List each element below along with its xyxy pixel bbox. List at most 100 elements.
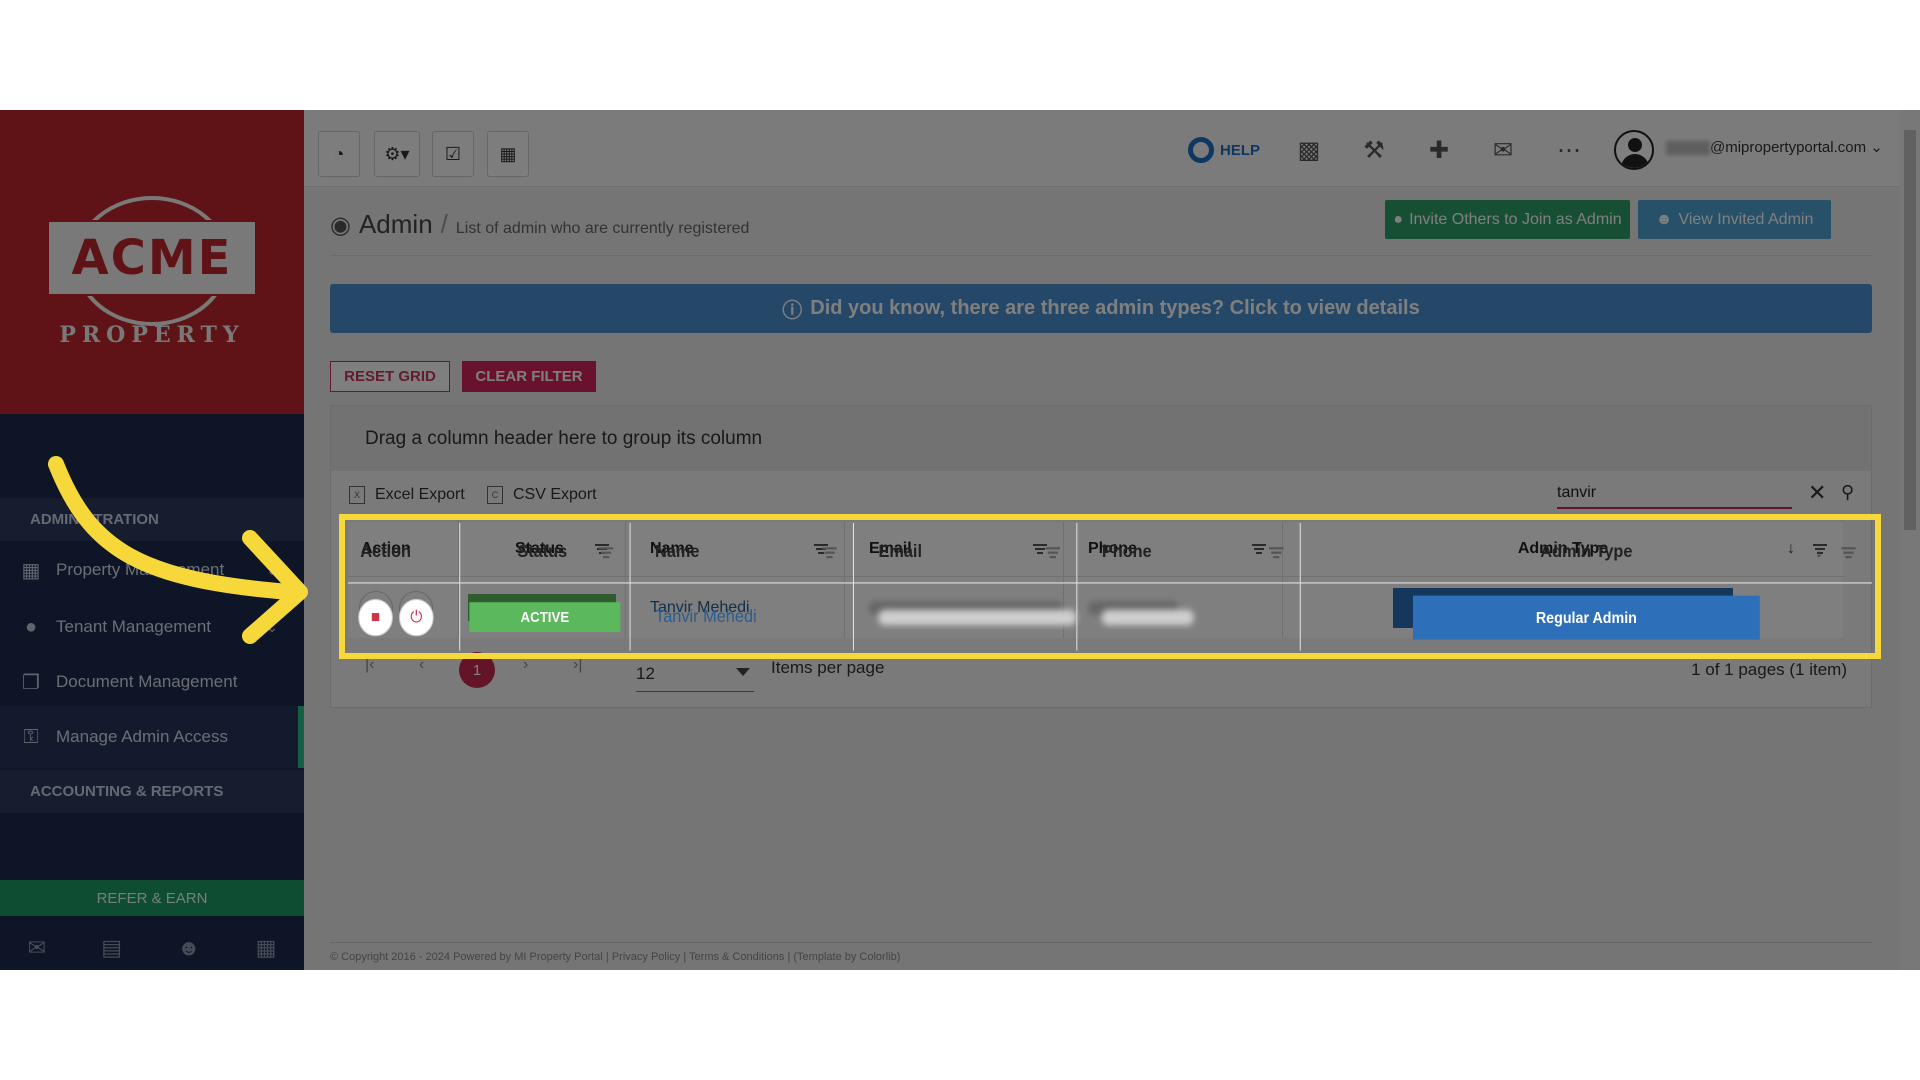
view-invited-admin-button[interactable]: ☻ View Invited Admin bbox=[1638, 200, 1831, 239]
last-page-icon[interactable]: ›| bbox=[573, 656, 582, 674]
wrench-icon[interactable]: ⚒ bbox=[1359, 130, 1389, 170]
filter-icon[interactable] bbox=[814, 544, 828, 554]
table-cell-admin-type: Regular Admin bbox=[1283, 577, 1843, 638]
column-header-status[interactable]: Status bbox=[459, 522, 626, 577]
admin-table: Action Status Name Email Phone bbox=[349, 522, 1843, 638]
filter-icon[interactable] bbox=[1252, 544, 1266, 554]
table-cell-name[interactable]: Tanvir Mehedi bbox=[626, 577, 845, 638]
scrollbar[interactable] bbox=[1900, 110, 1920, 970]
chart-icon[interactable]: ▩ bbox=[1294, 130, 1324, 170]
per-page-label: Items per page bbox=[771, 658, 884, 678]
dashboard-icon: ◔ bbox=[334, 144, 345, 165]
excel-icon: X bbox=[349, 486, 365, 504]
envelope-icon[interactable]: ✉ bbox=[28, 935, 46, 961]
plus-icon[interactable]: ✚ bbox=[1424, 130, 1454, 170]
column-header-phone[interactable]: Phone bbox=[1064, 522, 1283, 577]
delete-button[interactable]: ■ bbox=[359, 591, 393, 625]
csv-icon: C bbox=[487, 486, 503, 504]
section-accounting-reports: ACCOUNTING & REPORTS bbox=[0, 770, 304, 813]
info-banner[interactable]: ⓘ Did you know, there are three admin ty… bbox=[330, 284, 1872, 333]
admin-name[interactable]: Tanvir Mehedi bbox=[650, 599, 750, 617]
sidebar-item-manage-admin-access[interactable]: ⚿ Manage Admin Access bbox=[0, 706, 304, 768]
per-page-value: 12 bbox=[636, 664, 655, 683]
next-page-icon[interactable]: › bbox=[523, 656, 528, 674]
prev-page-icon[interactable]: ‹ bbox=[419, 656, 424, 674]
avatar-head bbox=[1628, 138, 1642, 152]
help-button[interactable]: HELP bbox=[1188, 130, 1260, 170]
calculator-button[interactable]: ▦ bbox=[487, 131, 529, 177]
app-viewport: ACME PROPERTY ADMINISTRATION ▦ Property … bbox=[0, 110, 1920, 970]
chevron-down-icon: ⌄ bbox=[266, 619, 278, 636]
csv-export-button[interactable]: C CSV Export bbox=[487, 486, 597, 504]
users-icon: ◉ bbox=[330, 211, 351, 240]
sidebar-item-document-management[interactable]: ❐ Document Management bbox=[0, 651, 304, 713]
caret-down-icon bbox=[736, 668, 750, 676]
topbar: ◔ ⚙▾ ☑ ▦ HELP ▩ ⚒ ✚ ✉ ⋯ @mipropertyporta… bbox=[304, 110, 1920, 187]
excel-export-button[interactable]: X Excel Export bbox=[349, 486, 465, 504]
page-button-current[interactable]: 1 bbox=[459, 652, 495, 688]
calendar-button[interactable]: ☑ bbox=[432, 131, 474, 177]
logo[interactable]: ACME PROPERTY bbox=[0, 110, 304, 414]
calculator-icon: ▦ bbox=[499, 144, 516, 165]
search-input[interactable] bbox=[1557, 479, 1792, 509]
footer-text: © Copyright 2016 - 2024 Powered by MI Pr… bbox=[330, 951, 900, 963]
close-icon[interactable]: ✕ bbox=[1808, 480, 1826, 506]
first-page-icon[interactable]: |‹ bbox=[365, 656, 374, 674]
refer-earn-button[interactable]: REFER & EARN bbox=[0, 880, 304, 916]
pager: |‹ ‹ 1 › ›| 12 Items per page 1 of 1 pag… bbox=[331, 646, 1871, 696]
column-header-admin-type[interactable]: Admin Type ↓ bbox=[1283, 522, 1843, 577]
redacted-email bbox=[869, 601, 1063, 615]
table-row-actions: ■ ⏻ bbox=[349, 577, 459, 638]
chevron-down-icon: ⌄ bbox=[1870, 139, 1883, 156]
filter-icon[interactable] bbox=[1813, 544, 1827, 554]
column-header-email[interactable]: Email bbox=[845, 522, 1064, 577]
column-header-label: Email bbox=[869, 540, 912, 558]
user-icon[interactable]: ☻ bbox=[177, 935, 200, 961]
sidebar-item-property-management[interactable]: ▦ Property Management ⌄ bbox=[0, 539, 304, 601]
user-menu[interactable]: @mipropertyportal.com ⌄ bbox=[1666, 138, 1883, 156]
user-icon: ☻ bbox=[1656, 211, 1673, 229]
filter-icon[interactable] bbox=[1033, 544, 1047, 554]
info-banner-text: Did you know, there are three admin type… bbox=[810, 297, 1419, 320]
table-cell-status: ACTIVE bbox=[459, 577, 626, 638]
avatar[interactable] bbox=[1614, 130, 1654, 170]
briefcase-icon[interactable]: ▤ bbox=[101, 935, 122, 961]
avatar-body bbox=[1621, 154, 1649, 170]
clear-filter-button[interactable]: CLEAR FILTER bbox=[462, 361, 596, 392]
column-header-name[interactable]: Name bbox=[626, 522, 845, 577]
help-label: HELP bbox=[1220, 142, 1260, 159]
key-icon: ⚿ bbox=[20, 726, 42, 748]
admin-type-button[interactable]: Regular Admin bbox=[1393, 588, 1733, 628]
sidebar-item-label: Manage Admin Access bbox=[56, 727, 228, 747]
settings-button[interactable]: ⚙▾ bbox=[374, 131, 420, 177]
info-icon: ⓘ bbox=[782, 294, 802, 323]
invite-admin-label: Invite Others to Join as Admin bbox=[1409, 211, 1622, 229]
table-cell-email bbox=[845, 577, 1064, 638]
filter-icon[interactable] bbox=[595, 544, 609, 554]
view-invited-label: View Invited Admin bbox=[1678, 211, 1813, 229]
scrollbar-thumb[interactable] bbox=[1904, 130, 1916, 530]
search-icon[interactable]: ⚲ bbox=[1841, 482, 1854, 503]
page-title-text: Admin bbox=[359, 209, 433, 240]
column-header-label: Action bbox=[361, 540, 411, 558]
invite-admin-button[interactable]: ● Invite Others to Join as Admin bbox=[1385, 200, 1630, 239]
logo-sub-text: PROPERTY bbox=[0, 322, 304, 348]
calculator-icon[interactable]: ▦ bbox=[256, 935, 277, 961]
status-badge: ACTIVE bbox=[468, 594, 616, 621]
trash-icon: ■ bbox=[371, 599, 380, 616]
more-icon[interactable]: ⋯ bbox=[1554, 130, 1584, 170]
group-drop-zone[interactable]: Drag a column header here to group its c… bbox=[331, 406, 1871, 471]
dashboard-button[interactable]: ◔ bbox=[318, 131, 360, 177]
deactivate-button[interactable]: ⏻ bbox=[399, 591, 433, 625]
sidebar: ACME PROPERTY ADMINISTRATION ▦ Property … bbox=[0, 110, 304, 970]
mail-icon[interactable]: ✉ bbox=[1487, 130, 1519, 170]
footer-divider bbox=[330, 942, 1872, 943]
table-cell-phone bbox=[1064, 577, 1283, 638]
chevron-down-icon: ⌄ bbox=[266, 562, 278, 579]
page-title: ◉ Admin / List of admin who are currentl… bbox=[330, 209, 749, 240]
logo-main-text: ACME bbox=[49, 222, 255, 294]
sidebar-item-tenant-management[interactable]: ● Tenant Management ⌄ bbox=[0, 596, 304, 658]
sort-down-icon[interactable]: ↓ bbox=[1787, 540, 1795, 558]
per-page-select[interactable]: 12 bbox=[636, 654, 754, 692]
reset-grid-button[interactable]: RESET GRID bbox=[330, 361, 450, 392]
